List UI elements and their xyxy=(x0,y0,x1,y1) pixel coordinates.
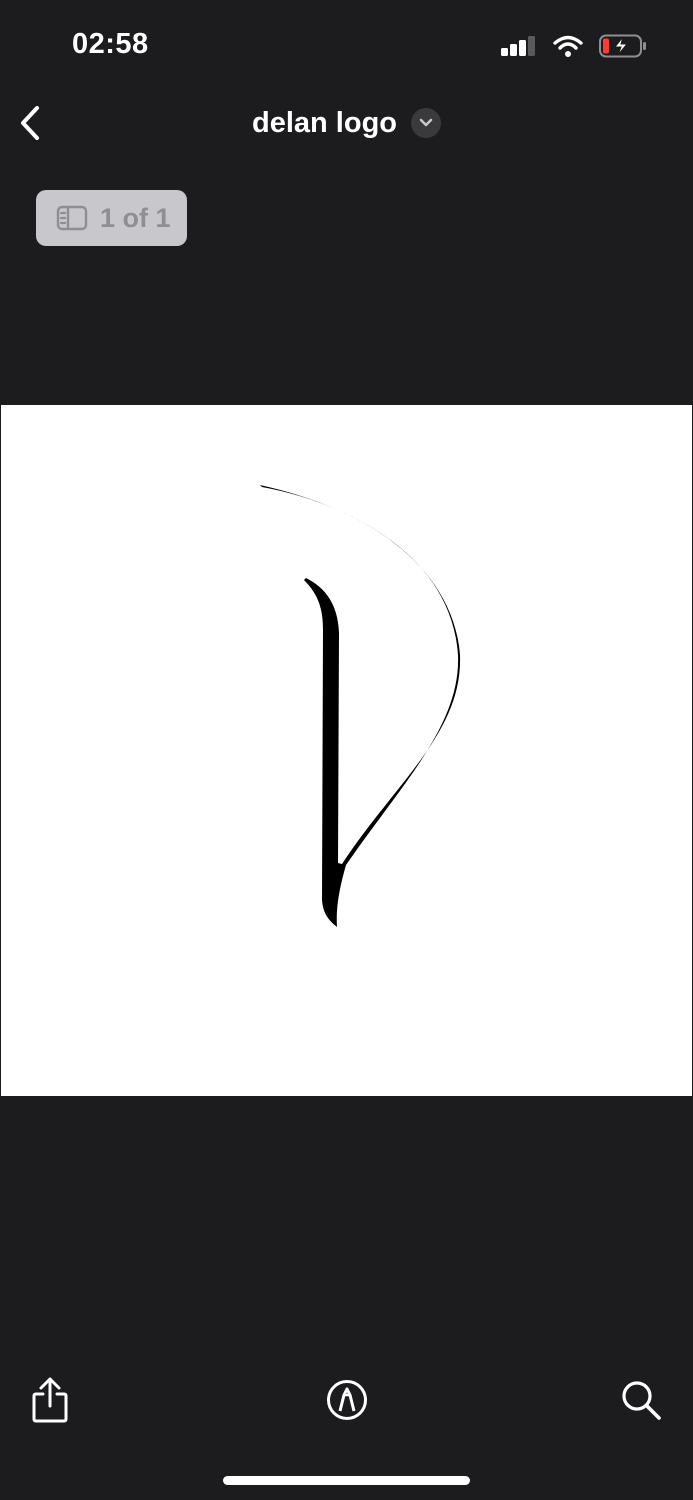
page-indicator-button[interactable]: 1 of 1 xyxy=(36,190,187,246)
document-title[interactable]: delan logo xyxy=(252,107,397,140)
chevron-left-icon xyxy=(21,106,39,140)
share-button[interactable] xyxy=(22,1372,78,1428)
handwritten-d-logo xyxy=(260,485,461,927)
document-page[interactable] xyxy=(1,405,692,1096)
cellular-signal-icon xyxy=(501,36,535,56)
home-indicator[interactable] xyxy=(223,1476,470,1485)
status-icons xyxy=(501,32,647,60)
share-icon xyxy=(32,1377,68,1423)
back-button[interactable] xyxy=(10,100,50,146)
title-bar: delan logo xyxy=(0,100,693,146)
battery-charging-low-icon xyxy=(599,34,646,58)
page-indicator-label: 1 of 1 xyxy=(100,202,171,233)
sidebar-thumbnails-icon xyxy=(56,205,88,231)
chevron-down-icon xyxy=(419,118,433,127)
pdf-viewer-screen: 02:58 delan logo 1 of 1 xyxy=(0,0,693,1500)
search-button[interactable] xyxy=(613,1372,669,1428)
status-time: 02:58 xyxy=(72,28,149,60)
markup-button[interactable] xyxy=(319,1372,375,1428)
markup-pen-icon xyxy=(327,1380,367,1420)
title-menu-button[interactable] xyxy=(411,108,441,138)
search-icon xyxy=(622,1381,661,1420)
wifi-icon xyxy=(553,35,583,57)
